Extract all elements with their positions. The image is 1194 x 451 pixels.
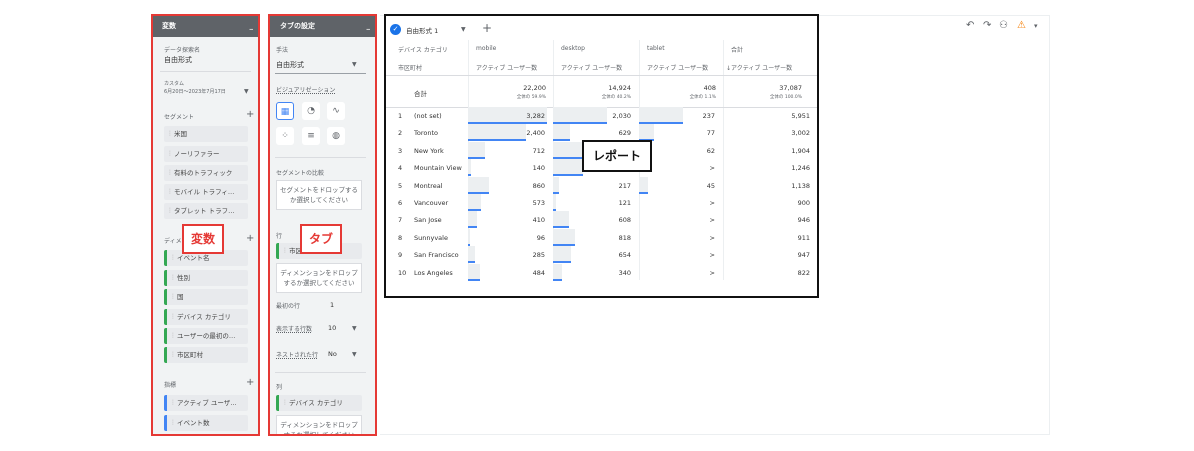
warning-chevron-down-icon[interactable]: ▾ <box>1034 22 1038 30</box>
warning-icon[interactable]: ⚠ <box>1017 20 1026 31</box>
redo-icon[interactable]: ↷ <box>983 20 991 31</box>
variables-annotation: 変数 <box>182 224 224 254</box>
tab-annotation: タブ <box>300 224 342 254</box>
report-annotation: レポート <box>582 140 652 172</box>
share-user-icon[interactable]: ⚇ <box>999 20 1008 31</box>
undo-icon[interactable]: ↶ <box>966 20 974 31</box>
